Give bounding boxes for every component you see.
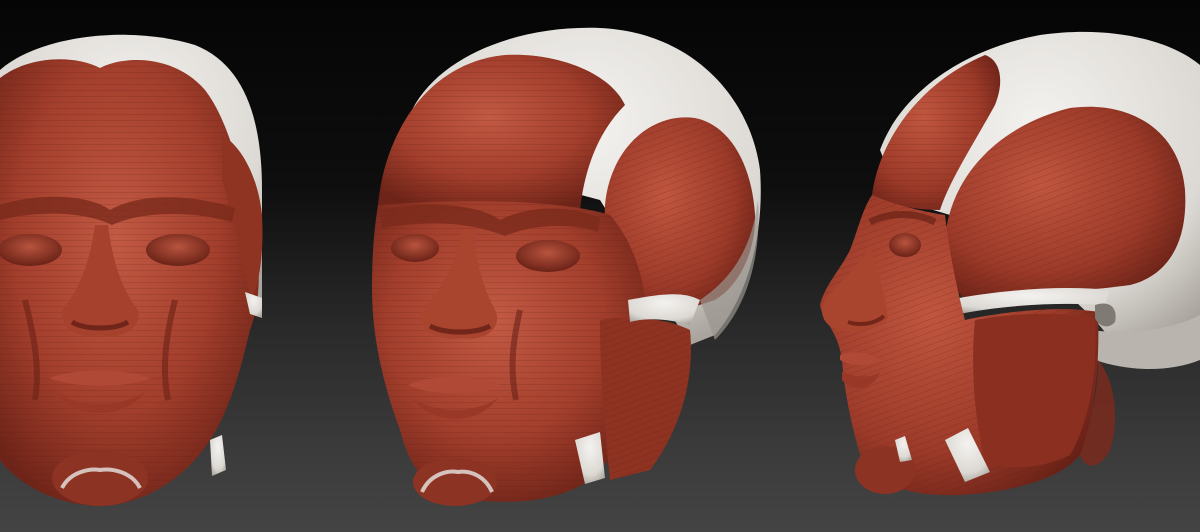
sculpt-viewport bbox=[0, 0, 1200, 532]
side-eye bbox=[889, 233, 921, 257]
tq-right-eye bbox=[516, 240, 580, 272]
front-view-head bbox=[0, 34, 263, 506]
three-quarter-view-head bbox=[372, 27, 761, 506]
tq-masseter-fibers bbox=[600, 318, 691, 480]
front-left-eye bbox=[0, 234, 62, 266]
front-jaw-tendon bbox=[210, 435, 226, 476]
render-canvas bbox=[0, 27, 1200, 506]
tq-left-eye bbox=[391, 234, 439, 262]
side-profile-view-head bbox=[820, 31, 1200, 496]
front-right-eye bbox=[146, 234, 210, 266]
